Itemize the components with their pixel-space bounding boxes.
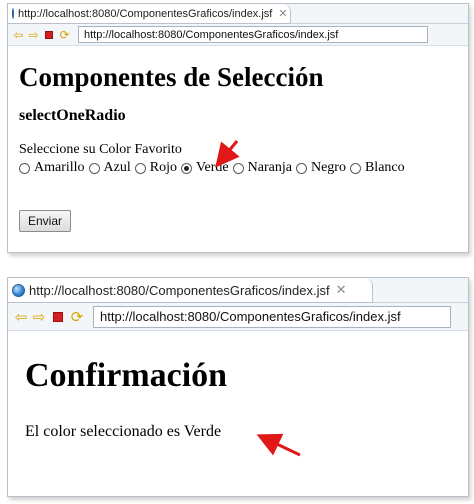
annotation-arrows (215, 140, 301, 457)
arrow-to-result-text (256, 433, 301, 457)
arrow-to-selected-radio (215, 140, 240, 168)
